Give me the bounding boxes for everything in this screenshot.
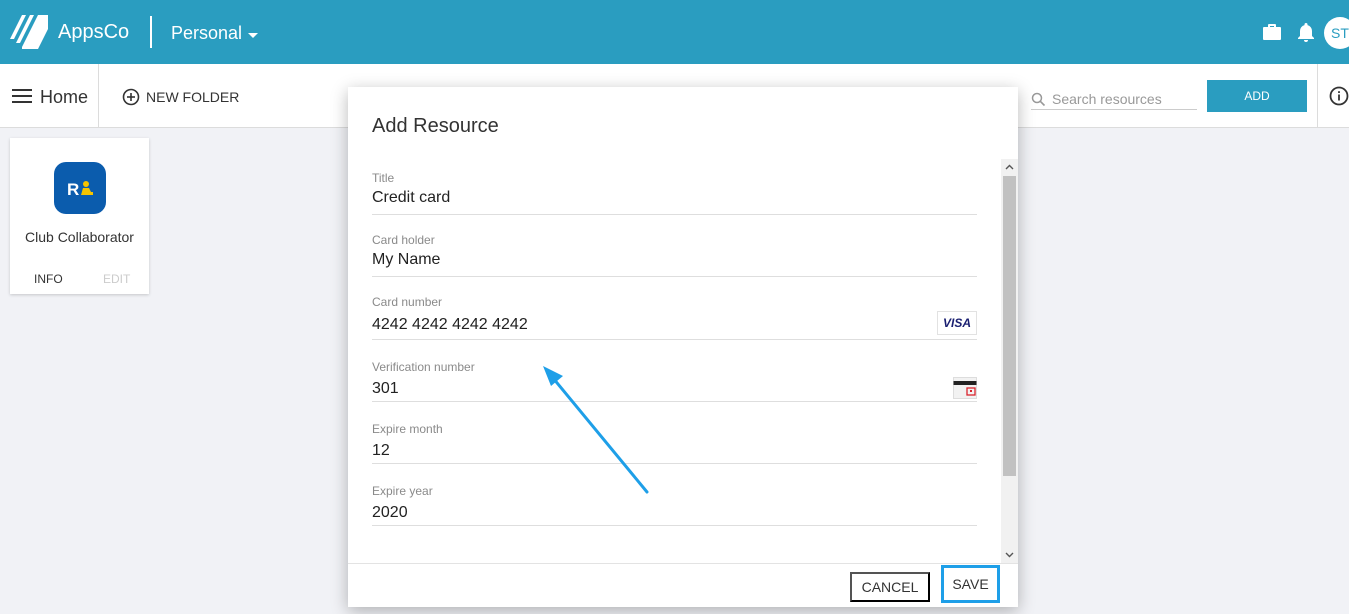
bell-icon[interactable]	[1294, 20, 1318, 44]
field-value[interactable]: My Name	[372, 251, 440, 269]
add-resource-dialog: Add Resource Title Credit card Card hold…	[348, 87, 1018, 607]
dialog-actions: CANCEL SAVE	[348, 563, 1018, 607]
dialog-title: Add Resource	[372, 115, 499, 137]
field-label: Verification number	[372, 360, 475, 374]
search-placeholder: Search resources	[1052, 91, 1162, 107]
search-icon	[1031, 92, 1046, 106]
briefcase-icon[interactable]	[1260, 20, 1284, 44]
app-card[interactable]: R Club Collaborator INFO EDIT	[10, 138, 149, 294]
cancel-button[interactable]: CANCEL	[850, 572, 930, 602]
save-button[interactable]: SAVE	[941, 565, 1000, 603]
edit-button[interactable]: EDIT	[103, 272, 130, 286]
search-input[interactable]: Search resources	[1031, 89, 1197, 110]
user-avatar[interactable]: ST	[1324, 17, 1349, 49]
add-button[interactable]: ADD	[1207, 80, 1307, 112]
scrollbar-thumb[interactable]	[1003, 176, 1016, 476]
app-icon: R	[54, 162, 106, 214]
new-folder-button[interactable]: NEW FOLDER	[122, 88, 239, 106]
visa-label: VISA	[942, 316, 971, 330]
field-label: Title	[372, 171, 395, 185]
visa-icon: VISA	[937, 311, 977, 335]
field-label: Card holder	[372, 233, 435, 247]
brand-divider	[150, 16, 152, 48]
card-number-field[interactable]: Card number 4242 4242 4242 4242 VISA	[372, 295, 977, 340]
field-label: Expire year	[372, 484, 433, 498]
info-button[interactable]: INFO	[34, 272, 63, 286]
verification-number-field[interactable]: Verification number 301	[372, 360, 977, 402]
toolbar-divider	[1317, 64, 1318, 128]
field-label: Card number	[372, 295, 443, 309]
chevron-down-icon	[248, 32, 259, 38]
top-header: AppsCo Personal ST	[0, 0, 1349, 64]
club-collaborator-icon: R	[67, 180, 93, 199]
info-icon[interactable]	[1329, 86, 1349, 106]
account-name: Personal	[171, 23, 243, 43]
field-value[interactable]: 301	[372, 380, 399, 398]
dialog-scrollbar[interactable]	[1001, 159, 1018, 563]
field-value[interactable]: 4242 4242 4242 4242	[372, 316, 528, 334]
menu-icon[interactable]	[12, 89, 32, 103]
appsco-logo-icon[interactable]	[10, 15, 48, 49]
add-circle-icon	[122, 88, 140, 106]
field-value[interactable]: Credit card	[372, 189, 450, 207]
expire-month-field[interactable]: Expire month 12	[372, 422, 977, 464]
cvv-card-icon	[953, 377, 977, 399]
account-switcher[interactable]: Personal	[171, 23, 259, 44]
scroll-up-icon[interactable]	[1001, 159, 1018, 175]
brand-name: AppsCo	[58, 21, 130, 43]
expire-year-field[interactable]: Expire year 2020	[372, 484, 977, 526]
field-value[interactable]: 12	[372, 442, 390, 460]
field-label: Expire month	[372, 422, 443, 436]
card-holder-field[interactable]: Card holder My Name	[372, 233, 977, 277]
svg-text:R: R	[67, 180, 79, 199]
field-value[interactable]: 2020	[372, 504, 408, 522]
title-field[interactable]: Title Credit card	[372, 171, 977, 215]
app-title: Club Collaborator	[25, 229, 134, 245]
dialog-form: Title Credit card Card holder My Name Ca…	[348, 159, 1018, 563]
scroll-down-icon[interactable]	[1001, 547, 1018, 563]
new-folder-label: NEW FOLDER	[146, 89, 240, 105]
home-breadcrumb[interactable]: Home	[40, 87, 88, 108]
toolbar-divider	[98, 64, 99, 128]
